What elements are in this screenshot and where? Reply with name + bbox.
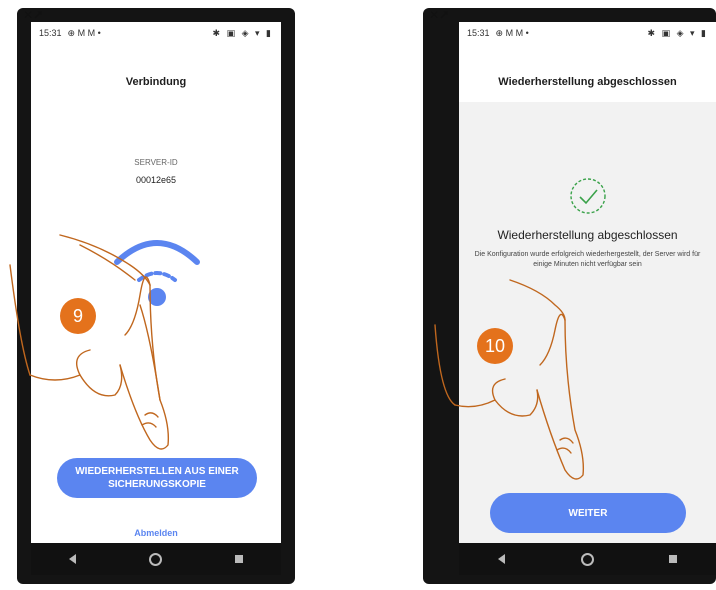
pointing-hand-illustration-right — [434, 279, 585, 480]
continue-button[interactable]: WEITER — [490, 493, 686, 533]
status-time: 15:31 — [39, 28, 62, 38]
back-icon — [498, 554, 506, 564]
page-title: Verbindung — [125, 76, 187, 88]
nav-home-button[interactable] — [567, 547, 607, 571]
home-icon — [580, 552, 594, 566]
status-bar: 15:31 ⊕ M M • ✱ ▣ ◈ ▾ ▮ — [31, 22, 281, 44]
pointing-hand-illustration-left — [9, 234, 170, 450]
step-badge-10: 10 — [477, 328, 513, 364]
nav-back-button[interactable] — [482, 547, 522, 571]
nav-recents-button[interactable] — [219, 547, 259, 571]
status-time: 15:31 — [467, 28, 490, 38]
logout-link[interactable]: Abmelden — [31, 528, 281, 538]
window-corner-icons: ✕↗ — [429, 8, 450, 22]
nav-home-button[interactable] — [136, 547, 176, 571]
system-status-icons: ✱ ▣ ◈ ▾ ▮ — [212, 27, 273, 38]
success-check-icon — [570, 178, 606, 214]
server-id-value: 00012e65 — [135, 175, 177, 185]
nav-recents-button[interactable] — [653, 547, 693, 571]
recents-icon — [235, 555, 244, 563]
success-heading: Wiederherstellung abgeschlossen — [497, 228, 678, 242]
back-icon — [69, 554, 77, 564]
step-badge-9: 9 — [60, 298, 96, 334]
notification-icons: ⊕ M M • — [495, 27, 529, 38]
home-icon — [149, 552, 163, 566]
page-title: Wiederherstellung abgeschlossen — [498, 76, 677, 88]
status-bar: 15:31 ⊕ M M • ✱ ▣ ◈ ▾ ▮ — [459, 22, 716, 44]
system-status-icons: ✱ ▣ ◈ ▾ ▮ — [647, 27, 708, 38]
android-nav-bar — [459, 543, 716, 575]
server-id-label: SERVER-ID — [134, 158, 178, 167]
nav-back-button[interactable] — [53, 547, 93, 571]
notification-icons: ⊕ M M • — [67, 27, 101, 38]
success-message: Die Konfiguration wurde erfolgreich wied… — [474, 251, 701, 268]
window-corner-icons: ✕↗ — [23, 8, 44, 22]
android-nav-bar — [31, 543, 281, 575]
recents-icon — [669, 555, 678, 563]
